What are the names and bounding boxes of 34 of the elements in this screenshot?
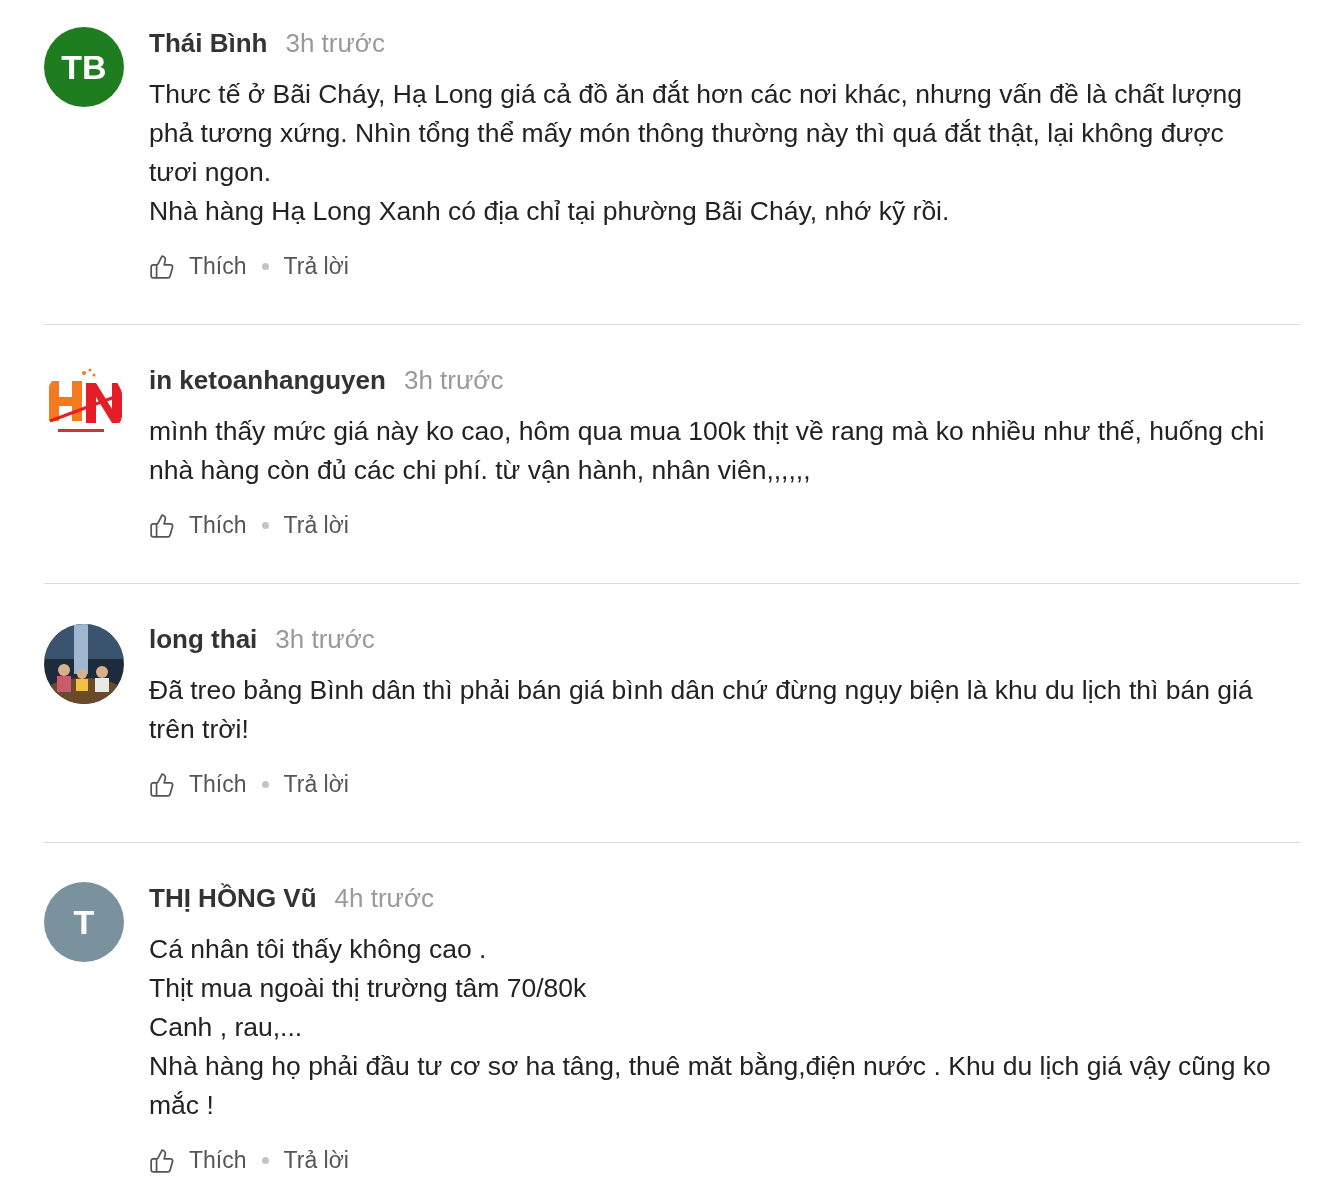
timestamp: 4h trước — [334, 883, 435, 914]
comment-text: Thịt mua ngoài thị trường tâm 70/80k — [149, 972, 588, 1005]
author-name[interactable]: Thái Bình — [149, 28, 268, 59]
timestamp: 3h trước — [285, 28, 385, 59]
thumbs-up-icon — [149, 771, 175, 798]
comment-text: Đã treo bảng Bình dân thì phải bán giá bình dân chứ đừng ngụy biện là khu du lịch thì bán giá trên trời! — [149, 674, 1254, 746]
separator-dot — [261, 263, 269, 270]
comment-text: Thưc tế ở Bãi Cháy, Hạ Long giá cả đồ ăn đắt hơn các nơi khác, nhưng vấn đề là chất lượng phả tương xứng. Nhìn tổng thể mấy món thông thường này thì quá đắt thật, lại không được tươi ngon. — [149, 78, 1244, 189]
timestamp: 3h trước — [403, 365, 504, 396]
separator-dot — [261, 1157, 269, 1164]
reply-button[interactable]: Trả lời — [283, 1147, 349, 1174]
thumbs-up-icon — [149, 1147, 175, 1174]
author-name[interactable]: long thai — [149, 624, 258, 655]
reply-button[interactable]: Trả lời — [283, 253, 349, 280]
timestamp: 3h trước — [275, 624, 375, 655]
reply-button[interactable]: Trả lời — [283, 771, 349, 798]
user-avatar: TB — [44, 27, 124, 107]
user-avatar: T — [44, 882, 124, 962]
comment-text: Nhà hàng Hạ Long Xanh có địa chỉ tại phường Bãi Cháy, nhớ kỹ rồi. — [149, 195, 951, 228]
separator-dot — [261, 781, 269, 788]
author-name[interactable]: in ketoanhanguyen — [149, 365, 386, 396]
like-button[interactable]: Thích — [149, 771, 247, 798]
comment-text: Canh , rau,... — [149, 1011, 304, 1044]
separator-dot — [261, 522, 269, 529]
reply-button[interactable]: Trả lời — [283, 512, 349, 539]
comment-text: Nhà hàng họ phải đầu tư cơ sơ ha tâng, thuê măt bằng,điện nước . Khu du lịch giá vậy cũng ko mắc ! — [149, 1050, 1272, 1122]
author-name[interactable]: THỊ HỒNG Vũ — [149, 883, 317, 914]
thumbs-up-icon — [149, 512, 175, 539]
comment-text: Cá nhân tôi thấy không cao . — [149, 933, 488, 966]
comment-text: mình thấy mức giá này ko cao, hôm qua mua 100k thịt về rang mà ko nhiều như thế, huống chi nhà hàng còn đủ các chi phí. từ vận hành, nhân viên,,,,,, — [149, 415, 1266, 487]
like-button[interactable]: Thích — [149, 253, 247, 280]
like-button[interactable]: Thích — [149, 1147, 247, 1174]
thumbs-up-icon — [149, 253, 175, 280]
like-button[interactable]: Thích — [149, 512, 247, 539]
